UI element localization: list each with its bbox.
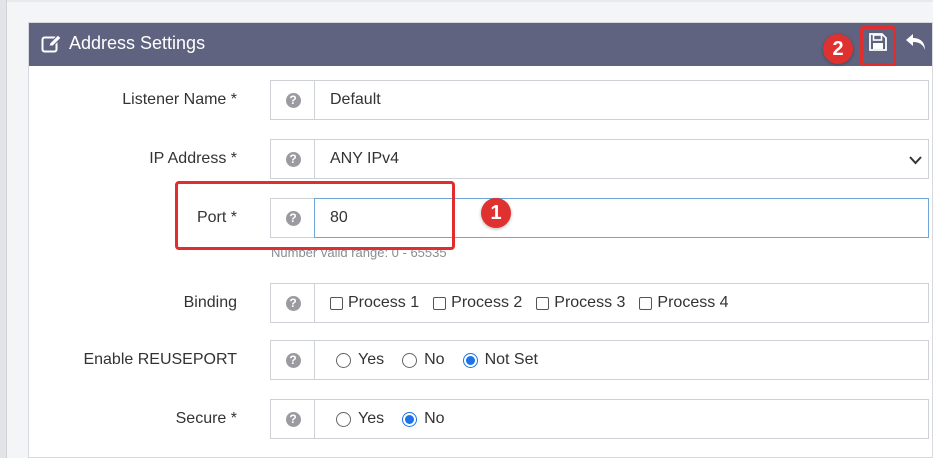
- reuseport-help[interactable]: ?: [270, 340, 316, 380]
- secure-label: Secure *: [175, 410, 237, 427]
- option-label: Process 4: [657, 294, 729, 311]
- listener-name-label: Listener Name *: [122, 91, 237, 108]
- option-label: Not Set: [484, 351, 538, 368]
- radio-button[interactable]: [402, 352, 418, 368]
- checkbox[interactable]: [433, 296, 447, 310]
- binding-row: Binding ? Process 1 Process 2 Process 3 …: [28, 283, 933, 323]
- panel-header: Address Settings: [29, 23, 932, 66]
- option-label: Process 2: [451, 294, 523, 311]
- secure-options: Yes No: [314, 399, 929, 439]
- help-icon: ?: [285, 352, 301, 368]
- option-label: No: [424, 351, 445, 368]
- listener-name-row: Listener Name * ? Default: [28, 80, 933, 120]
- binding-option-process-4[interactable]: Process 4: [639, 294, 729, 312]
- ip-address-help[interactable]: ?: [270, 139, 316, 179]
- port-highlight-box: [175, 181, 455, 250]
- listener-name-value: Default: [330, 91, 381, 108]
- option-label: Process 3: [554, 294, 626, 311]
- reuseport-option-yes[interactable]: Yes: [330, 351, 384, 369]
- port-row: Port * ? 80: [28, 198, 933, 238]
- chevron-down-icon: [909, 152, 922, 170]
- listener-name-input[interactable]: Default: [314, 80, 929, 120]
- ip-address-select[interactable]: ANY IPv4: [314, 139, 929, 179]
- binding-options: Process 1 Process 2 Process 3 Process 4: [314, 283, 929, 323]
- reuseport-row: Enable REUSEPORT ? Yes No Not Set: [28, 340, 933, 380]
- undo-button[interactable]: [903, 31, 929, 57]
- step-badge-2: 2: [823, 34, 853, 64]
- reuseport-options: Yes No Not Set: [314, 340, 929, 380]
- binding-option-process-1[interactable]: Process 1: [330, 294, 419, 312]
- binding-option-process-2[interactable]: Process 2: [433, 294, 522, 312]
- help-icon: ?: [285, 411, 301, 427]
- secure-help[interactable]: ?: [270, 399, 316, 439]
- reuseport-option-no[interactable]: No: [396, 351, 445, 369]
- ip-address-value: ANY IPv4: [330, 150, 400, 167]
- help-icon: ?: [285, 151, 301, 167]
- radio-button-checked[interactable]: [462, 352, 478, 368]
- panel-title-text: Address Settings: [69, 33, 206, 53]
- top-border: [0, 0, 933, 2]
- ip-address-row: IP Address * ? ANY IPv4: [28, 139, 933, 179]
- secure-row: Secure * ? Yes No: [28, 399, 933, 439]
- option-label: No: [424, 410, 445, 427]
- left-edge: [0, 0, 7, 458]
- help-icon: ?: [285, 92, 301, 108]
- help-icon: ?: [285, 295, 301, 311]
- binding-help[interactable]: ?: [270, 283, 316, 323]
- secure-option-yes[interactable]: Yes: [330, 410, 384, 428]
- checkbox[interactable]: [639, 296, 653, 310]
- ip-address-label: IP Address *: [149, 150, 237, 167]
- radio-button-checked[interactable]: [402, 411, 418, 427]
- secure-option-no[interactable]: No: [396, 410, 445, 428]
- save-highlight-box: [860, 26, 896, 66]
- option-label: Yes: [358, 410, 385, 427]
- radio-button[interactable]: [336, 411, 351, 427]
- binding-option-process-3[interactable]: Process 3: [536, 294, 625, 312]
- reuseport-option-not-set[interactable]: Not Set: [457, 351, 538, 369]
- checkbox[interactable]: [330, 296, 343, 310]
- panel-title: Address Settings: [41, 33, 205, 54]
- step-badge-1: 1: [481, 198, 511, 228]
- binding-label: Binding: [183, 294, 237, 311]
- edit-icon: [41, 33, 63, 54]
- option-label: Yes: [358, 351, 385, 368]
- undo-icon: [905, 32, 927, 57]
- listener-name-help[interactable]: ?: [270, 80, 316, 120]
- radio-button[interactable]: [336, 352, 351, 368]
- checkbox[interactable]: [536, 296, 550, 310]
- reuseport-label: Enable REUSEPORT: [83, 351, 237, 368]
- option-label: Process 1: [348, 294, 420, 311]
